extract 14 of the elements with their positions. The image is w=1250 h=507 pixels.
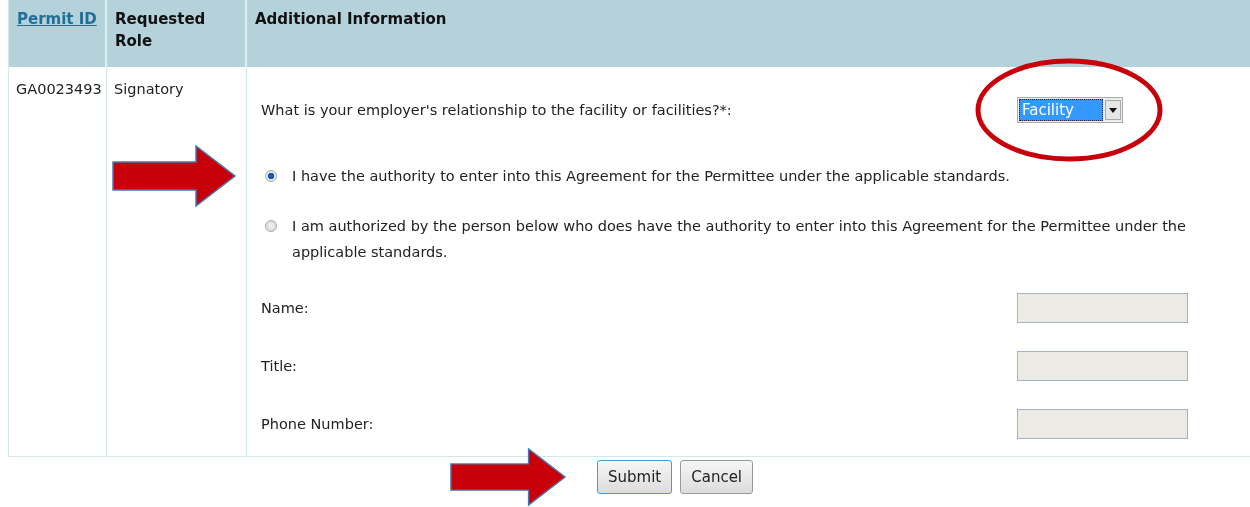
question-label: What is your employer's relationship to the facility or facilities?*: [261,101,733,120]
field-label: Name: [261,299,309,318]
field-label: Title: [261,357,297,376]
dropdown-caret-icon [1105,100,1121,120]
column-header: Requested Role [107,0,247,67]
radio-button[interactable] [265,220,277,232]
cancel-button[interactable]: Cancel [680,460,754,494]
option-label: I have the authority to enter into this Agreement for the Permittee under the applicable standards. [292,167,1011,186]
radio-button[interactable] [265,170,277,182]
field-label: Phone Number: [261,415,374,434]
column-header: Additional Information [247,0,1250,67]
table-cell: GA0023493 [9,67,107,457]
submit-button[interactable]: Submit [597,460,673,494]
option-label: I am authorized by the person below who does have the authority to enter into this Agreement for the Permittee under the applicable standards. [292,217,1187,262]
